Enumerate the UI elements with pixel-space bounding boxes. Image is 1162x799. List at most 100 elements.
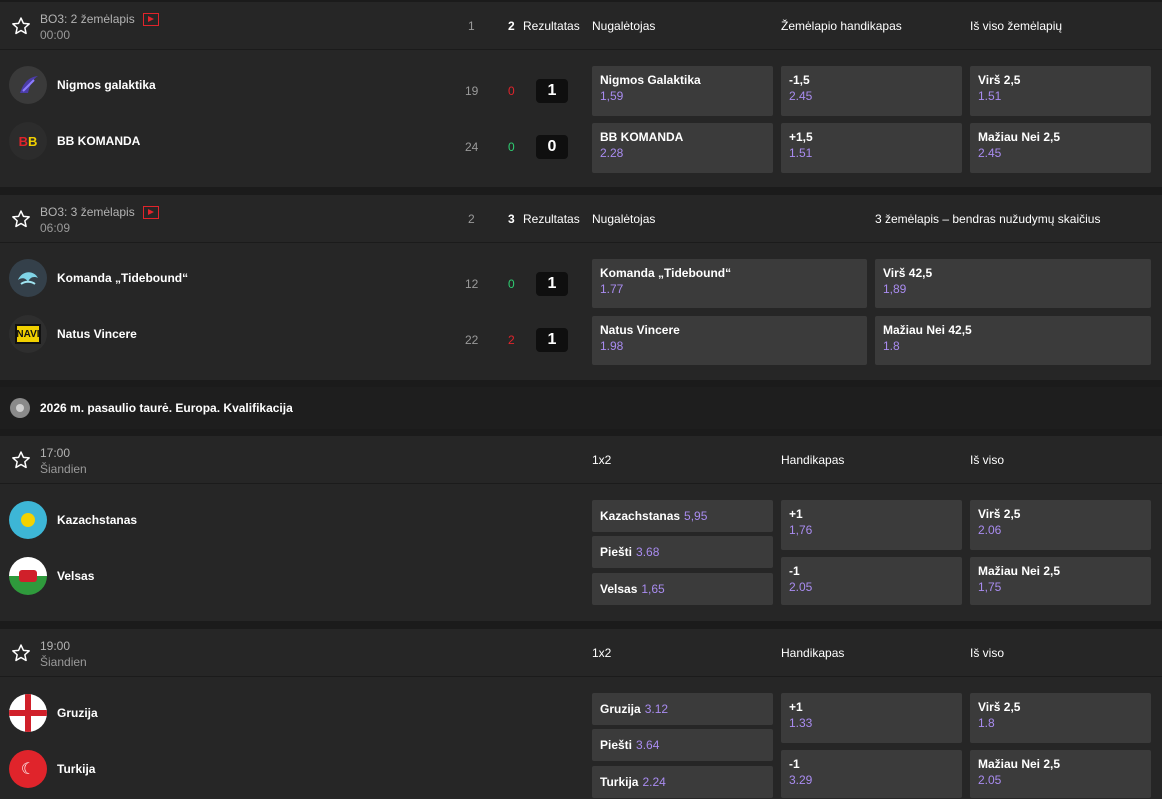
- result-score: 0: [536, 135, 568, 159]
- market-map-handicap: Žemėlapio handikapas: [781, 19, 902, 33]
- team-name: Nigmos galaktika: [57, 78, 156, 92]
- fixture-header: 19:00 Šiandien 1x2 Handikapas Iš viso: [0, 629, 1162, 677]
- wales-flag-icon: [9, 557, 47, 595]
- odds-button[interactable]: +1 1,76: [781, 500, 962, 550]
- fixture-day: Šiandien: [40, 655, 87, 669]
- market-winner: Nugalėtojas: [592, 212, 656, 226]
- odds-button[interactable]: Kazachstanas 5,95: [592, 500, 773, 532]
- team-name: Turkija: [57, 762, 96, 776]
- odds-button[interactable]: Virš 42,5 1,89: [875, 259, 1151, 308]
- result-score: 1: [536, 79, 568, 103]
- team-name: Natus Vincere: [57, 327, 137, 341]
- market-total: Iš viso: [970, 453, 1005, 467]
- odds-button[interactable]: Virš 2,5 1.51: [970, 66, 1151, 116]
- market-handicap: Handikapas: [781, 646, 845, 660]
- odds-button[interactable]: Mažiau Nei 42,5 1.8: [875, 316, 1151, 365]
- odds-button[interactable]: +1,5 1.51: [781, 123, 962, 173]
- odds-button[interactable]: Mažiau Nei 2,5 2.05: [970, 750, 1151, 798]
- live-stream-icon[interactable]: [142, 12, 159, 26]
- team-name: Komanda „Tidebound“: [57, 271, 189, 285]
- georgia-flag-icon: [9, 694, 47, 732]
- favorite-star-icon[interactable]: [11, 209, 31, 229]
- team-row[interactable]: NAVI Natus Vincere: [9, 315, 137, 353]
- odds-button[interactable]: +1 1.33: [781, 693, 962, 743]
- map-col-2: 2: [508, 19, 515, 33]
- fixture-card: 17:00 Šiandien 1x2 Handikapas Iš viso Ka…: [0, 436, 1162, 621]
- league-header[interactable]: 2026 m. pasaulio taurė. Europa. Kvalifik…: [0, 387, 1162, 429]
- odds-button[interactable]: BB KOMANDA 2.28: [592, 123, 773, 173]
- map-col-1: 1: [468, 19, 475, 33]
- odds-button[interactable]: Virš 2,5 2.06: [970, 500, 1151, 550]
- market-total-maps: Iš viso žemėlapių: [970, 19, 1063, 33]
- map-score: 12: [465, 277, 479, 291]
- market-1x2: 1x2: [592, 646, 612, 660]
- fixture-time: 19:00: [40, 639, 71, 653]
- team-name: Velsas: [57, 569, 95, 583]
- match-header: BO3: 2 žemėlapis 00:00 1 2 Rezultatas Nu…: [0, 2, 1162, 50]
- map-score: 19: [465, 84, 479, 98]
- market-total-kills: 3 žemėlapis – bendras nužudymų skaičius: [875, 212, 1101, 226]
- team-logo-icon: [9, 259, 47, 297]
- league-title: 2026 m. pasaulio taurė. Europa. Kvalifik…: [40, 401, 293, 415]
- team-row[interactable]: Gruzija: [9, 694, 98, 732]
- market-1x2: 1x2: [592, 453, 612, 467]
- match-title: BO3: 2 žemėlapis: [40, 12, 159, 26]
- match-card: BO3: 3 žemėlapis 06:09 2 3 Rezultatas Nu…: [0, 195, 1162, 380]
- match-header: BO3: 3 žemėlapis 06:09 2 3 Rezultatas Nu…: [0, 195, 1162, 243]
- fixture-card: 19:00 Šiandien 1x2 Handikapas Iš viso Gr…: [0, 629, 1162, 799]
- odds-button[interactable]: Velsas 1,65: [592, 573, 773, 605]
- odds-button[interactable]: Piešti 3.68: [592, 536, 773, 568]
- map-col-2: 3: [508, 212, 515, 226]
- team-row[interactable]: BB BB KOMANDA: [9, 122, 140, 160]
- odds-button[interactable]: Mažiau Nei 2,5 2.45: [970, 123, 1151, 173]
- live-stream-icon[interactable]: [142, 205, 159, 219]
- odds-button[interactable]: -1 2.05: [781, 557, 962, 605]
- fixture-time: 17:00: [40, 446, 71, 460]
- turkey-flag-icon: ☾: [9, 750, 47, 788]
- favorite-star-icon[interactable]: [11, 450, 31, 470]
- market-total: Iš viso: [970, 646, 1005, 660]
- result-col: Rezultatas: [523, 212, 580, 226]
- match-time: 00:00: [40, 28, 71, 42]
- result-score: 1: [536, 328, 568, 352]
- fixture-day: Šiandien: [40, 462, 87, 476]
- odds-button[interactable]: Turkija 2.24: [592, 766, 773, 798]
- odds-button[interactable]: Virš 2,5 1.8: [970, 693, 1151, 743]
- odds-button[interactable]: Nigmos Galaktika 1,59: [592, 66, 773, 116]
- favorite-star-icon[interactable]: [11, 16, 31, 36]
- kazakhstan-flag-icon: [9, 501, 47, 539]
- team-name: Gruzija: [57, 706, 98, 720]
- odds-button[interactable]: Mažiau Nei 2,5 1,75: [970, 557, 1151, 605]
- round-score: 0: [508, 84, 515, 98]
- team-row[interactable]: Kazachstanas: [9, 501, 137, 539]
- team-logo-icon: BB: [9, 122, 47, 160]
- map-score: 24: [465, 140, 479, 154]
- team-logo-icon: NAVI: [9, 315, 47, 353]
- team-row[interactable]: Nigmos galaktika: [9, 66, 156, 104]
- round-score: 0: [508, 140, 515, 154]
- soccer-ball-icon: [10, 398, 30, 418]
- market-winner: Nugalėtojas: [592, 19, 656, 33]
- team-row[interactable]: Komanda „Tidebound“: [9, 259, 188, 297]
- team-row[interactable]: Velsas: [9, 557, 94, 595]
- odds-button[interactable]: Komanda „Tidebound“ 1.77: [592, 259, 867, 308]
- team-name: Kazachstanas: [57, 513, 138, 527]
- odds-button[interactable]: Piešti 3.64: [592, 729, 773, 761]
- team-name: BB KOMANDA: [57, 134, 141, 148]
- team-logo-icon: [9, 66, 47, 104]
- odds-button[interactable]: Natus Vincere 1.98: [592, 316, 867, 365]
- round-score: 0: [508, 277, 515, 291]
- map-col-1: 2: [468, 212, 475, 226]
- market-handicap: Handikapas: [781, 453, 845, 467]
- favorite-star-icon[interactable]: [11, 643, 31, 663]
- odds-button[interactable]: -1,5 2.45: [781, 66, 962, 116]
- odds-button[interactable]: -1 3.29: [781, 750, 962, 798]
- odds-button[interactable]: Gruzija 3.12: [592, 693, 773, 725]
- result-score: 1: [536, 272, 568, 296]
- team-row[interactable]: ☾ Turkija: [9, 750, 95, 788]
- fixture-header: 17:00 Šiandien 1x2 Handikapas Iš viso: [0, 436, 1162, 484]
- match-title: BO3: 3 žemėlapis: [40, 205, 159, 219]
- result-col: Rezultatas: [523, 19, 580, 33]
- round-score: 2: [508, 333, 515, 347]
- match-card: BO3: 2 žemėlapis 00:00 1 2 Rezultatas Nu…: [0, 2, 1162, 187]
